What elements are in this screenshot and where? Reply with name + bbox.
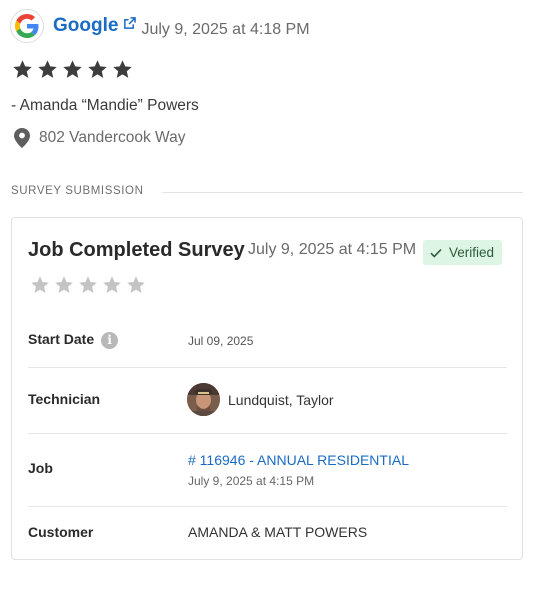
- star-icon: [113, 60, 132, 78]
- review-location: 802 Vandercook Way: [14, 128, 185, 148]
- address-text: 802 Vandercook Way: [39, 129, 186, 146]
- customer-label: Customer: [28, 524, 94, 540]
- job-link[interactable]: # 116946 - ANNUAL RESIDENTIAL: [188, 452, 409, 468]
- badge-label: Verified: [449, 245, 495, 260]
- row-divider: [28, 506, 507, 507]
- survey-card: Job Completed Survey July 9, 2025 at 4:1…: [11, 217, 523, 560]
- star-icon: [79, 276, 97, 293]
- start-date-value: Jul 09, 2025: [188, 334, 254, 348]
- row-divider: [28, 367, 507, 368]
- star-icon: [55, 276, 73, 293]
- map-pin-icon: [14, 128, 30, 148]
- star-icon: [38, 60, 57, 78]
- star-icon: [13, 60, 32, 78]
- customer-name: AMANDA & MATT POWERS: [188, 524, 368, 540]
- google-source-link[interactable]: Google: [53, 15, 137, 37]
- reviewer-name: - Amanda “Mandie” Powers: [11, 97, 199, 114]
- external-link-icon[interactable]: [123, 16, 137, 30]
- row-divider: [28, 433, 507, 434]
- google-logo-icon: [10, 9, 44, 43]
- survey-title: Job Completed Survey: [28, 239, 245, 261]
- star-icon: [88, 60, 107, 78]
- review-header: Google July 9, 2025 at 4:18 PM: [10, 9, 310, 43]
- section-label: SURVEY SUBMISSION: [11, 185, 144, 197]
- start-date-label: Start Date: [28, 331, 95, 347]
- job-date: July 9, 2025 at 4:15 PM: [188, 474, 315, 488]
- verified-badge: Verified: [423, 240, 503, 265]
- review-date: July 9, 2025 at 4:18 PM: [141, 20, 310, 38]
- review-rating: [12, 59, 133, 80]
- check-icon: [430, 248, 442, 258]
- technician-name: Lundquist, Taylor: [228, 391, 334, 408]
- star-icon: [103, 276, 121, 293]
- technician-label: Technician: [28, 391, 101, 407]
- star-icon: [63, 60, 82, 78]
- job-label: Job: [28, 460, 53, 476]
- technician-avatar: [187, 383, 220, 416]
- technician-value: Lundquist, Taylor: [187, 383, 334, 416]
- start-date-row: Start Date i: [28, 331, 119, 349]
- info-icon[interactable]: i: [101, 331, 119, 349]
- survey-rating: [30, 275, 146, 295]
- section-divider: [162, 192, 523, 193]
- source-name[interactable]: Google: [53, 15, 118, 37]
- star-icon: [127, 276, 145, 293]
- survey-date: July 9, 2025 at 4:15 PM: [248, 241, 417, 258]
- star-icon: [31, 276, 49, 293]
